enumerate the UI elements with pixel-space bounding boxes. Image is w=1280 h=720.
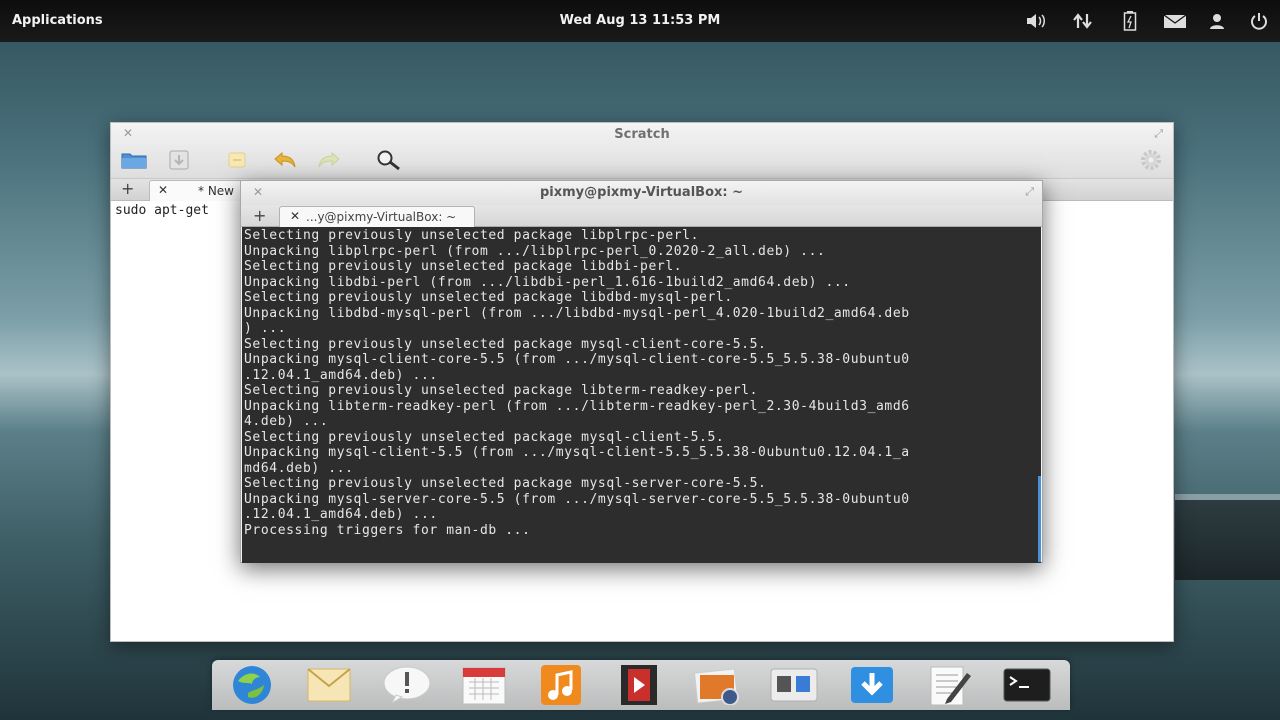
calendar-icon[interactable]: [457, 662, 511, 708]
terminal-line: Unpacking libdbd-mysql-perl (from .../li…: [244, 305, 910, 321]
scratch-title: Scratch: [614, 127, 670, 142]
terminal-icon[interactable]: [1000, 662, 1054, 708]
terminal-line: .12.04.1_amd64.deb) ...: [244, 507, 438, 522]
redo-icon[interactable]: [315, 147, 343, 173]
dock: [212, 660, 1070, 710]
network-icon[interactable]: [1070, 10, 1096, 32]
terminal-tab[interactable]: ✕ ...y@pixmy-VirtualBox: ~: [279, 206, 475, 227]
clock[interactable]: Wed Aug 13 11:53 PM: [560, 13, 721, 28]
scratch-tab-label: * New: [198, 184, 234, 198]
terminal-line: Unpacking mysql-server-core-5.5 (from ..…: [244, 491, 910, 507]
terminal-new-tab-button[interactable]: +: [253, 206, 266, 225]
terminal-line: ) ...: [244, 321, 287, 336]
terminal-line: Selecting previously unselected package …: [244, 290, 733, 305]
terminal-line: Unpacking mysql-client-5.5 (from .../mys…: [244, 445, 910, 460]
terminal-line: 4.deb) ...: [244, 414, 329, 429]
terminal-line: Selecting previously unselected package …: [244, 336, 767, 352]
video-icon[interactable]: [612, 662, 666, 708]
volume-icon[interactable]: [1024, 10, 1050, 32]
terminal-scrollbar[interactable]: [1038, 476, 1041, 562]
battery-icon[interactable]: [1117, 10, 1143, 32]
terminal-line: Selecting previously unselected package …: [244, 476, 767, 491]
scratch-tab-close-icon[interactable]: ✕: [158, 183, 168, 197]
terminal-line: Selecting previously unselected package …: [244, 429, 725, 445]
terminal-line: Processing triggers for man-db ...: [244, 522, 531, 538]
settings-gear-icon[interactable]: [1137, 147, 1165, 173]
scratch-maximize-icon[interactable]: ⤢: [1154, 127, 1163, 141]
terminal-tab-label: ...y@pixmy-VirtualBox: ~: [306, 210, 457, 224]
scratch-editor-text[interactable]: sudo apt-get: [115, 203, 209, 218]
terminal-line: md64.deb) ...: [244, 460, 354, 476]
software-center-icon[interactable]: [845, 662, 899, 708]
open-folder-icon[interactable]: [120, 147, 148, 173]
mail-icon[interactable]: [1162, 10, 1188, 32]
terminal-line: Selecting previously unselected package …: [244, 259, 683, 274]
terminal-line: Selecting previously unselected package …: [244, 383, 759, 398]
browser-icon[interactable]: [225, 662, 279, 708]
terminal-line: Unpacking mysql-client-core-5.5 (from ..…: [244, 352, 910, 367]
photos-icon[interactable]: [690, 662, 744, 708]
terminal-line: Unpacking libterm-readkey-perl (from ...…: [244, 398, 910, 414]
terminal-lines: Selecting previously unselected package …: [244, 228, 1041, 538]
terminal-titlebar: ✕ pixmy@pixmy-VirtualBox: ~ ⤢: [241, 181, 1042, 205]
terminal-maximize-icon[interactable]: ⤢: [1025, 185, 1034, 199]
revert-icon[interactable]: [223, 147, 251, 173]
mail-icon[interactable]: [302, 662, 356, 708]
top-panel: Applications Wed Aug 13 11:53 PM: [0, 0, 1280, 42]
terminal-line: Unpacking libplrpc-perl (from .../libplr…: [244, 243, 826, 259]
terminal-window: ✕ pixmy@pixmy-VirtualBox: ~ ⤢ + ✕ ...y@p…: [240, 180, 1043, 563]
power-icon[interactable]: [1246, 10, 1272, 32]
terminal-tabbar: + ✕ ...y@pixmy-VirtualBox: ~: [241, 205, 1042, 227]
terminal-line: Unpacking libdbi-perl (from .../libdbi-p…: [244, 274, 851, 290]
terminal-title: pixmy@pixmy-VirtualBox: ~: [539, 185, 744, 200]
terminal-line: .12.04.1_amd64.deb) ...: [244, 367, 438, 383]
terminal-line: Selecting previously unselected package …: [244, 228, 700, 243]
wallpaper-pier: [1175, 500, 1280, 580]
scratch-new-tab-button[interactable]: +: [121, 179, 134, 198]
scratch-titlebar: ✕ Scratch ⤢: [111, 123, 1173, 179]
notification-icon[interactable]: [380, 662, 434, 708]
terminal-output[interactable]: Selecting previously unselected package …: [242, 227, 1041, 563]
search-icon[interactable]: [375, 147, 403, 173]
terminal-tab-close-icon[interactable]: ✕: [290, 209, 300, 223]
text-editor-icon[interactable]: [923, 662, 977, 708]
user-icon[interactable]: [1204, 10, 1230, 32]
save-icon[interactable]: [165, 147, 193, 173]
music-icon[interactable]: [534, 662, 588, 708]
switchboard-icon[interactable]: [767, 662, 821, 708]
undo-icon[interactable]: [271, 147, 299, 173]
